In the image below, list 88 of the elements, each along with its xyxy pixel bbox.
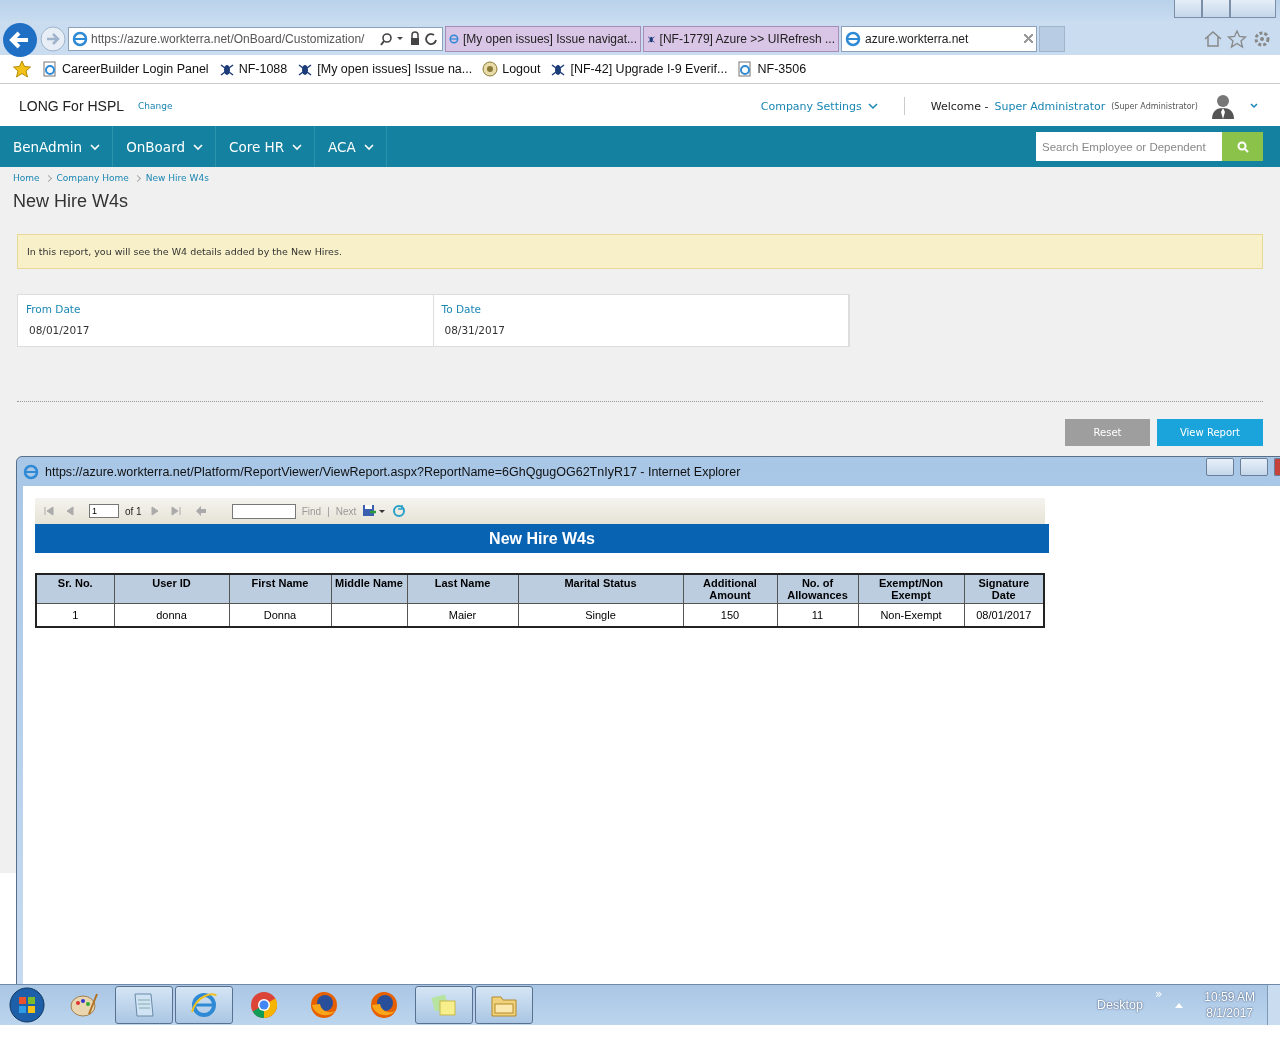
company-settings-menu[interactable]: Company Settings <box>760 99 878 113</box>
breadcrumb-link[interactable]: New Hire W4s <box>145 173 209 183</box>
company-name: LONG For HSPL <box>19 98 125 114</box>
view-report-button[interactable]: View Report <box>1157 419 1263 446</box>
reset-button[interactable]: Reset <box>1065 419 1150 446</box>
column-header: Additional Amount <box>683 574 777 604</box>
bug-icon <box>297 61 314 77</box>
column-header: No. of Allowances <box>777 574 858 604</box>
page-icon <box>737 61 754 77</box>
forward-icon[interactable] <box>40 25 66 52</box>
favorite-link[interactable]: [My open issues] Issue na... <box>297 61 473 77</box>
search-button[interactable] <box>1222 132 1263 161</box>
user-role: (Super Administrator) <box>1111 101 1198 111</box>
caret-icon <box>363 142 374 151</box>
caret-icon <box>90 142 101 151</box>
column-header: User ID <box>114 574 229 604</box>
date-field[interactable]: To Date 08/31/2017 <box>433 295 849 346</box>
favorite-link[interactable]: Logout <box>482 61 541 77</box>
window-title: https://azure.workterra.net/Platform/ReportViewer/ViewReport.aspx?ReportName=6GhQgugOG62TnIyR17 - Internet Explorer <box>45 464 741 479</box>
browser-tab[interactable]: [NF-1779] Azure >> UIRefresh ... <box>643 25 839 52</box>
breadcrumb-link[interactable]: Home <box>13 173 40 183</box>
bug-icon <box>218 61 235 77</box>
chrome-icon <box>249 990 279 1020</box>
favorites-star-icon[interactable] <box>12 60 32 78</box>
address-tools-icon[interactable] <box>379 30 439 47</box>
save-icon[interactable] <box>362 504 387 518</box>
url-text: https://azure.workterra.net/OnBoard/Customization/ <box>91 31 366 46</box>
show-desktop-button[interactable] <box>1267 985 1280 1025</box>
close-tab-icon[interactable] <box>1024 34 1033 43</box>
caret-icon[interactable] <box>1250 103 1258 109</box>
user-silhouette-icon[interactable] <box>1210 93 1236 119</box>
bug-icon <box>550 61 567 77</box>
page-number-field[interactable]: 1 <box>89 504 119 518</box>
next-link[interactable]: Next <box>335 505 357 517</box>
column-header: Signature Date <box>964 574 1044 604</box>
column-header: Marital Status <box>518 574 683 604</box>
taskbar-app-button[interactable] <box>415 986 473 1024</box>
ie-icon <box>23 463 39 480</box>
taskbar-app-button[interactable] <box>175 986 233 1024</box>
back-icon[interactable] <box>2 21 38 58</box>
change-link[interactable]: Change <box>138 101 173 111</box>
find-link[interactable]: Find <box>301 505 322 517</box>
browser-tools-icon[interactable] <box>1202 28 1272 49</box>
favorite-link[interactable]: CareerBuilder Login Panel <box>42 61 209 77</box>
favorite-link[interactable]: NF-3506 <box>737 61 807 77</box>
welcome-label: Welcome - <box>930 99 989 113</box>
show-hidden-icons-icon[interactable] <box>1174 1001 1185 1009</box>
minimize-button[interactable] <box>1206 457 1234 476</box>
minimize-button[interactable] <box>1174 0 1202 18</box>
ie-icon <box>845 30 861 47</box>
page-icon <box>42 61 58 77</box>
start-button[interactable] <box>9 987 45 1023</box>
favorite-link[interactable]: NF-1088 <box>218 61 288 77</box>
restore-button[interactable] <box>1240 457 1268 476</box>
caret-icon <box>292 142 303 151</box>
page-count: of 1 <box>125 505 142 517</box>
caret-icon <box>867 102 878 110</box>
search-field[interactable]: Search Employee or Dependent <box>1036 132 1222 161</box>
firefox-icon <box>369 990 399 1020</box>
favorite-link[interactable]: [NF-42] Upgrade I-9 Everif... <box>550 61 728 77</box>
column-header: Sr. No. <box>36 574 114 604</box>
user-link[interactable]: Super Administrator <box>994 99 1106 113</box>
separator-text: | <box>327 505 330 517</box>
circle-icon <box>482 61 499 77</box>
column-header: Middle Name <box>331 574 407 604</box>
column-header: Exempt/Non Exempt <box>858 574 964 604</box>
ie-icon <box>72 30 88 47</box>
caret-icon <box>193 142 203 151</box>
firefox-icon <box>309 990 339 1020</box>
close-button[interactable] <box>1230 0 1276 18</box>
breadcrumb-link[interactable]: Company Home <box>56 173 129 183</box>
taskbar-app-button[interactable] <box>475 986 533 1024</box>
refresh-icon[interactable] <box>392 504 407 518</box>
date-field[interactable]: From Date 08/01/2017 <box>18 295 434 346</box>
page-title: New Hire W4s <box>13 191 129 212</box>
taskbar-app-button[interactable] <box>115 986 173 1024</box>
find-field[interactable] <box>231 503 296 519</box>
column-header: First Name <box>229 574 331 604</box>
address-bar[interactable]: https://azure.workterra.net/OnBoard/Customization/ <box>68 26 443 51</box>
search-icon <box>1236 140 1249 153</box>
new-tab-button[interactable] <box>1039 25 1065 52</box>
ie-icon <box>189 990 219 1020</box>
column-header: Last Name <box>407 574 518 604</box>
report-title: New Hire W4s <box>35 524 1049 553</box>
info-banner: In this report, you will see the W4 details added by the New Hires. <box>17 234 1263 269</box>
restore-button[interactable] <box>1202 0 1230 18</box>
browser-tab[interactable]: azure.workterra.net <box>841 25 1037 52</box>
browser-tab[interactable]: [My open issues] Issue navigat... <box>445 25 641 52</box>
